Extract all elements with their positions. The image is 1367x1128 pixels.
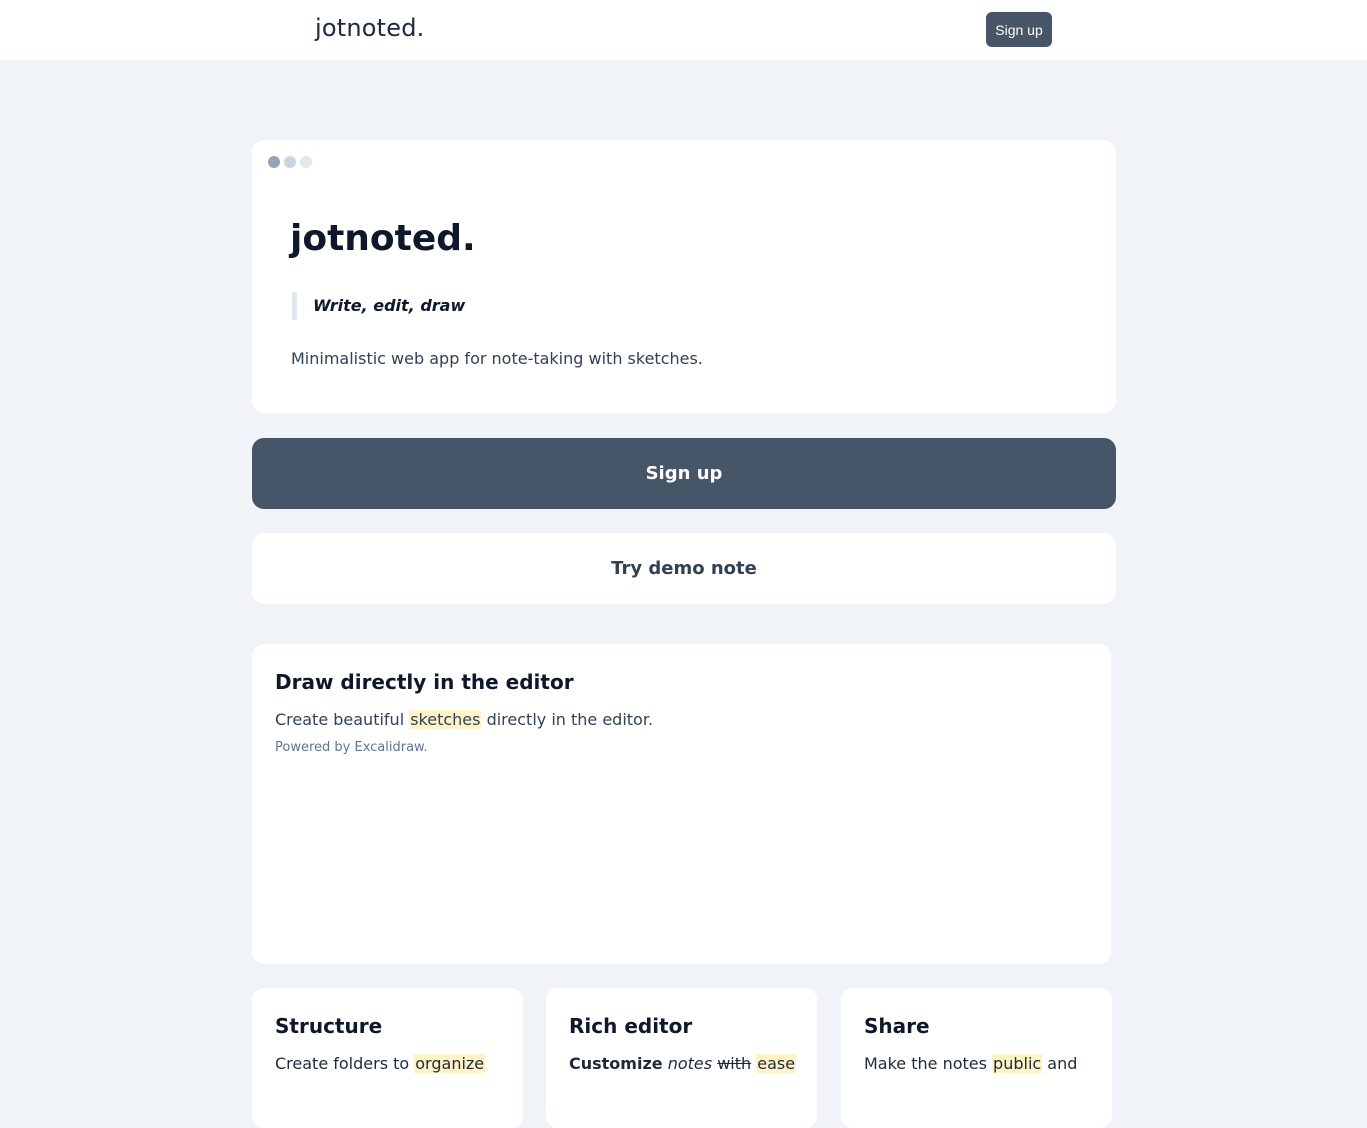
top-navigation-bar: jotnoted. Sign up — [0, 0, 1367, 60]
brand-logo[interactable]: jotnoted. — [315, 14, 425, 42]
structure-title: Structure — [275, 1014, 383, 1038]
rich-editor-title: Rich editor — [569, 1014, 693, 1038]
hero-tagline: Write, edit, draw — [292, 292, 465, 320]
rich-editor-feature-card: Rich editor Customize notes with ease — [546, 988, 817, 1128]
rich-editor-italic: notes — [667, 1054, 713, 1073]
share-highlight: public — [992, 1054, 1043, 1073]
share-text: Make the notes public and — [864, 1054, 1077, 1073]
draw-feature-title: Draw directly in the editor — [275, 670, 574, 694]
signup-button[interactable]: Sign up — [252, 438, 1116, 509]
rich-editor-text: Customize notes with ease — [569, 1054, 797, 1073]
structure-feature-card: Structure Create folders to organize — [252, 988, 523, 1128]
draw-feature-card: Draw directly in the editor Create beaut… — [252, 644, 1111, 964]
window-dot-1 — [268, 156, 280, 168]
hero-title: jotnoted. — [290, 218, 476, 259]
window-dots — [268, 156, 312, 168]
window-dot-2 — [284, 156, 296, 168]
draw-text-after: directly in the editor. — [481, 710, 654, 729]
hero-card: jotnoted. Write, edit, draw Minimalistic… — [252, 140, 1116, 413]
structure-highlight: organize — [414, 1054, 486, 1073]
hero-description: Minimalistic web app for note-taking wit… — [291, 349, 703, 368]
rich-editor-bold: Customize — [569, 1054, 663, 1073]
share-feature-card: Share Make the notes public and — [841, 988, 1112, 1128]
powered-by-text: Powered by Excalidraw. — [275, 740, 428, 755]
draw-feature-text: Create beautiful sketches directly in th… — [275, 710, 653, 729]
share-text-after: and — [1042, 1054, 1078, 1073]
window-dot-3 — [300, 156, 312, 168]
rich-editor-highlight: ease — [756, 1054, 797, 1073]
share-title: Share — [864, 1014, 930, 1038]
share-text-before: Make the notes — [864, 1054, 993, 1073]
draw-text-highlight: sketches — [409, 710, 482, 729]
try-demo-button[interactable]: Try demo note — [252, 533, 1116, 604]
structure-text: Create folders to organize — [275, 1054, 486, 1073]
draw-text-before: Create beautiful — [275, 710, 410, 729]
header-signup-button[interactable]: Sign up — [986, 12, 1052, 47]
structure-text-before: Create folders to — [275, 1054, 415, 1073]
rich-editor-strike: with — [717, 1054, 752, 1073]
